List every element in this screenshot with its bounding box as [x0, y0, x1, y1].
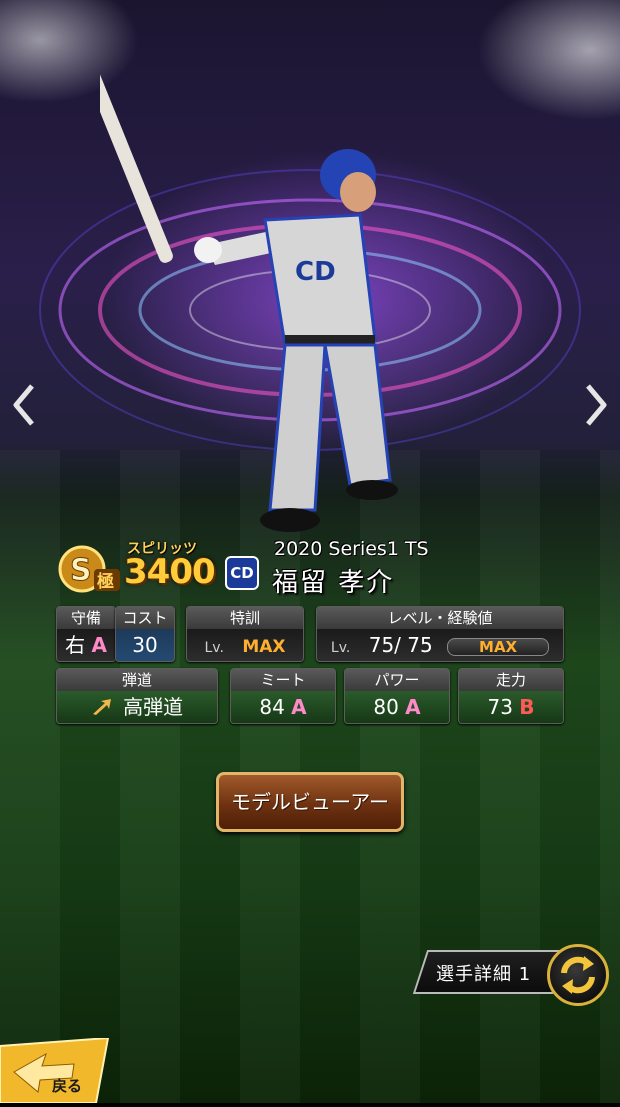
- power-number: 80: [373, 695, 399, 719]
- meet-stat: ミート 84 A: [230, 668, 336, 724]
- player-name: 福留 孝介: [272, 568, 395, 598]
- model-viewer-button[interactable]: モデルビューアー: [216, 772, 404, 832]
- svg-text:S: S: [70, 553, 92, 588]
- rank-badge: S 極: [58, 545, 120, 593]
- cost-header: コスト: [116, 607, 174, 629]
- player-detail-label: 選手詳細 1: [436, 964, 532, 985]
- training-lv-label: Lv.: [204, 640, 224, 656]
- exp-bar: MAX: [447, 637, 550, 656]
- power-header: パワー: [345, 669, 449, 691]
- level-number: 75/ 75: [368, 633, 433, 657]
- training-value: Lv. MAX: [187, 629, 303, 661]
- speed-header: 走力: [459, 669, 563, 691]
- power-value: 80 A: [345, 691, 449, 723]
- chevron-right-icon: [586, 384, 607, 426]
- trajectory-text: 高弾道: [123, 695, 184, 719]
- meet-grade: A: [291, 695, 307, 719]
- trajectory-stat: 弾道 高弾道: [56, 668, 218, 724]
- training-header: 特訓: [187, 607, 303, 629]
- level-value: Lv. 75/ 75 MAX: [317, 629, 563, 661]
- training-max: MAX: [242, 637, 286, 657]
- trajectory-header: 弾道: [57, 669, 217, 691]
- level-lv-label: Lv.: [330, 640, 351, 656]
- level-stat: レベル・経験値 Lv. 75/ 75 MAX: [316, 606, 564, 662]
- back-label: 戻る: [52, 1077, 83, 1095]
- spirits-value: 3400: [124, 552, 216, 592]
- defense-hand: 右: [65, 633, 86, 657]
- speed-stat: 走力 73 B: [458, 668, 564, 724]
- power-stat: パワー 80 A: [344, 668, 450, 724]
- exp-max-label: MAX: [479, 637, 518, 656]
- player-character-image: CD: [100, 57, 398, 532]
- rank-sub-label: 極: [97, 571, 114, 592]
- prev-player-button[interactable]: [6, 380, 42, 430]
- series-name: 2020 Series1 TS: [274, 538, 429, 560]
- svg-text:CD: CD: [295, 257, 336, 287]
- trajectory-value: 高弾道: [57, 691, 217, 723]
- team-logo: CD: [225, 556, 259, 590]
- meet-number: 84: [259, 695, 285, 719]
- meet-value: 84 A: [231, 691, 335, 723]
- defense-stat: 守備 右 A: [56, 606, 116, 662]
- next-player-button[interactable]: [578, 380, 614, 430]
- swap-button[interactable]: [547, 944, 609, 1006]
- speed-number: 73: [487, 695, 513, 719]
- defense-header: 守備: [57, 607, 115, 629]
- meet-header: ミート: [231, 669, 335, 691]
- arrow-up-right-icon: [92, 699, 111, 715]
- cost-value: 30: [116, 629, 174, 661]
- speed-grade: B: [519, 695, 535, 719]
- chevron-left-icon: [13, 384, 34, 426]
- level-header: レベル・経験値: [317, 607, 563, 629]
- swap-arrows-icon: [561, 956, 595, 994]
- cost-stat: コスト 30: [115, 606, 175, 662]
- defense-value: 右 A: [57, 629, 115, 661]
- power-grade: A: [405, 695, 421, 719]
- speed-value: 73 B: [459, 691, 563, 723]
- defense-grade: A: [91, 633, 107, 657]
- training-stat: 特訓 Lv. MAX: [186, 606, 304, 662]
